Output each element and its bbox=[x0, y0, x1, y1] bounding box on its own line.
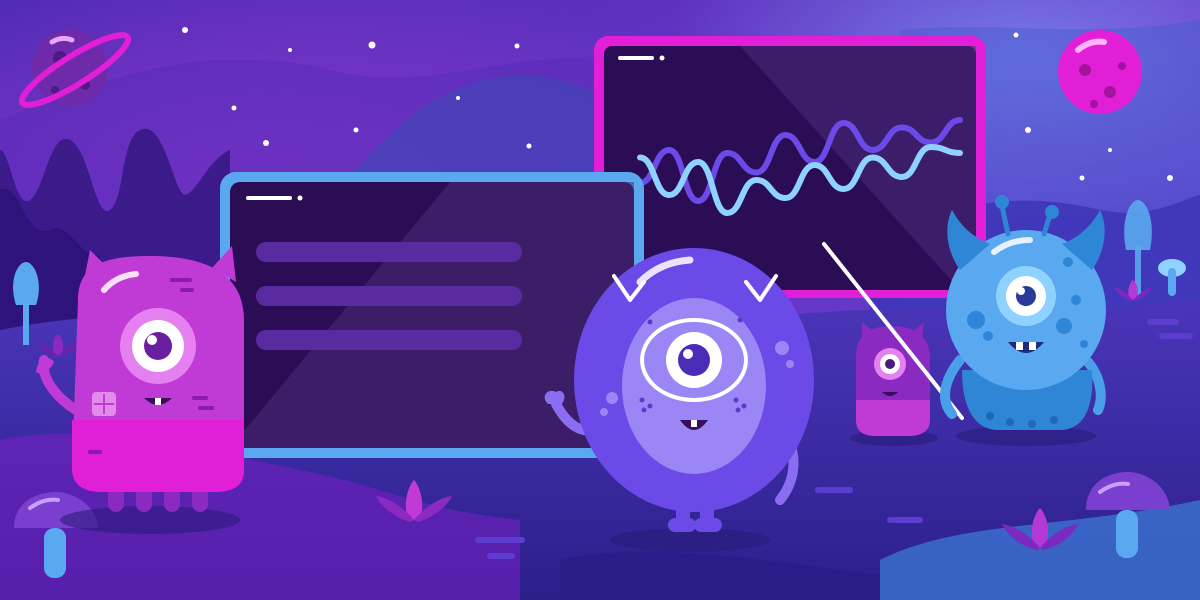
star-icon bbox=[456, 96, 460, 100]
star-icon bbox=[1108, 148, 1112, 152]
star-icon bbox=[1025, 127, 1031, 133]
alien-classroom-illustration bbox=[0, 0, 1200, 600]
star-icon bbox=[231, 105, 237, 111]
star-icon bbox=[1079, 175, 1085, 181]
star-icon bbox=[514, 43, 520, 49]
star-icon bbox=[368, 41, 376, 49]
blue-cyclops-alien bbox=[940, 195, 1106, 446]
star-icon bbox=[1167, 175, 1173, 181]
star-icon bbox=[526, 143, 532, 149]
star-icon bbox=[1013, 32, 1019, 38]
list-screen-header-dot bbox=[297, 195, 303, 201]
scene-canvas bbox=[0, 0, 1200, 600]
star-icon bbox=[288, 48, 292, 52]
list-row-1 bbox=[256, 242, 522, 262]
list-row-2 bbox=[256, 286, 522, 306]
list-row-3 bbox=[256, 330, 522, 350]
chart-screen-header-dot bbox=[659, 55, 665, 61]
star-icon bbox=[263, 140, 269, 146]
pink-planet-icon bbox=[1058, 30, 1142, 114]
star-icon bbox=[182, 27, 188, 33]
small-pink-alien bbox=[850, 322, 938, 446]
star-icon bbox=[353, 127, 359, 133]
